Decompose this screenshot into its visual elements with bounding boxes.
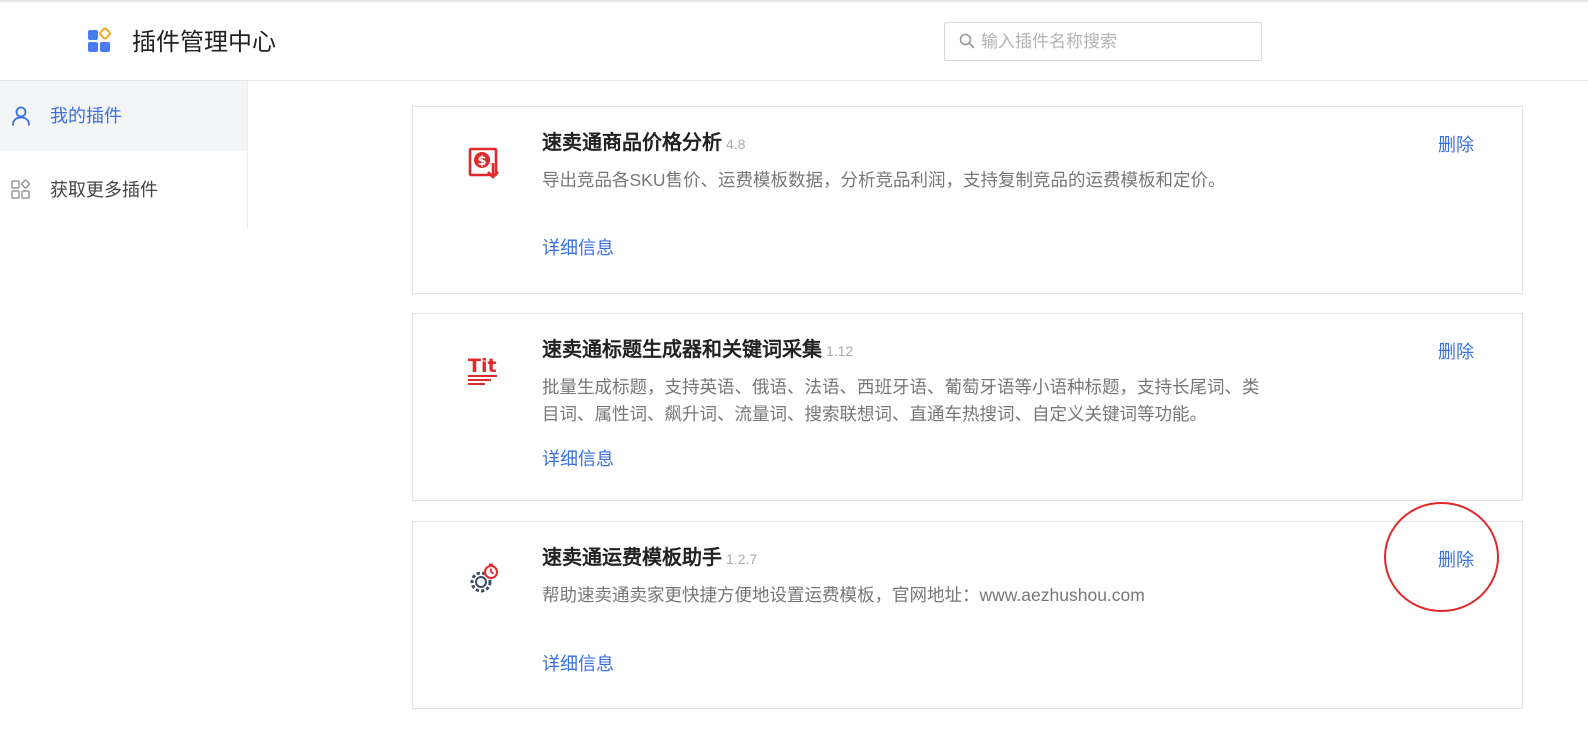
detail-link[interactable]: 详细信息 bbox=[542, 652, 614, 676]
search-icon bbox=[959, 33, 975, 49]
price-analysis-icon: $ bbox=[468, 147, 499, 179]
delete-button[interactable]: 删除 bbox=[1438, 133, 1474, 157]
sidebar-item-label: 获取更多插件 bbox=[50, 180, 158, 200]
sidebar: 我的插件 获取更多插件 bbox=[0, 81, 248, 229]
plugin-description: 批量生成标题，支持英语、俄语、法语、西班牙语、葡萄牙语等小语种标题，支持长尾词、… bbox=[542, 377, 1260, 424]
plugin-description: 导出竞品各SKU售价、运费模板数据，分析竞品利润，支持复制竞品的运费模板和定价。 bbox=[542, 170, 1226, 190]
sidebar-item-my-plugins[interactable]: 我的插件 bbox=[0, 81, 247, 151]
gear-timer-icon bbox=[470, 563, 498, 593]
plugin-version: 1.12 bbox=[826, 343, 854, 359]
sidebar-item-label: 我的插件 bbox=[50, 106, 122, 126]
detail-link[interactable]: 详细信息 bbox=[542, 236, 614, 260]
plugin-name: 速卖通商品价格分析 4.8 bbox=[542, 132, 746, 154]
highlight-circle-annotation bbox=[1384, 502, 1499, 612]
plugin-version: 1.2.7 bbox=[726, 551, 758, 567]
svg-text:Tit: Tit bbox=[468, 355, 497, 377]
header: 插件管理中心 bbox=[0, 2, 1588, 81]
user-icon bbox=[12, 106, 30, 126]
plugin-card: Tit 速卖通标题生成器和关键词采集 1.12 批量生成标题，支持英语、俄语、法语… bbox=[412, 313, 1523, 501]
svg-text:$: $ bbox=[477, 154, 486, 169]
page-title: 插件管理中心 bbox=[132, 29, 276, 56]
app-logo-icon bbox=[88, 27, 112, 52]
plugin-card: 速卖通运费模板助手 1.2.7 帮助速卖通卖家更快捷方便地设置运费模板，官网地址：… bbox=[412, 521, 1523, 709]
plugin-card: $ 速卖通商品价格分析 4.8 导出竞品各SKU售价、运费模板数据，分析竞品利润，… bbox=[412, 106, 1523, 294]
delete-button[interactable]: 删除 bbox=[1438, 340, 1474, 364]
plugin-name: 速卖通标题生成器和关键词采集 1.12 bbox=[542, 339, 854, 361]
search-box[interactable] bbox=[944, 22, 1262, 61]
plugin-name: 速卖通运费模板助手 1.2.7 bbox=[542, 547, 758, 569]
plugin-version: 4.8 bbox=[726, 136, 746, 152]
sidebar-item-get-more-plugins[interactable]: 获取更多插件 bbox=[0, 155, 247, 225]
title-generator-icon: Tit bbox=[468, 355, 497, 385]
detail-link[interactable]: 详细信息 bbox=[542, 447, 614, 471]
grid-apps-icon bbox=[11, 179, 31, 199]
search-input[interactable] bbox=[981, 29, 1251, 55]
plugin-description: 帮助速卖通卖家更快捷方便地设置运费模板，官网地址：www.aezhushou.c… bbox=[542, 585, 1145, 605]
